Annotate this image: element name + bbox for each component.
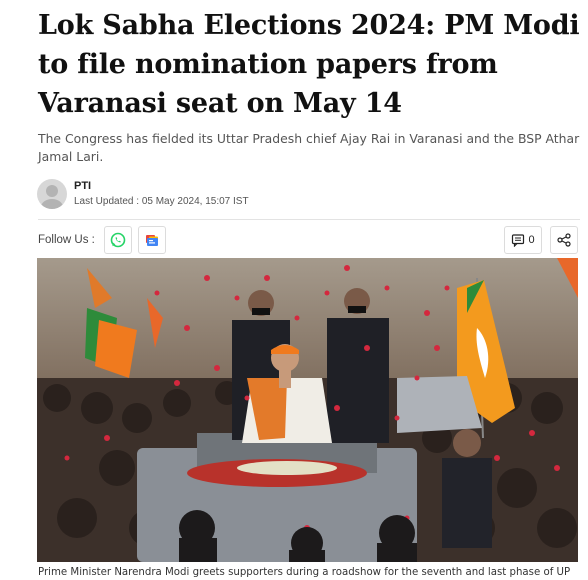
comments-button[interactable]: 0 bbox=[504, 226, 542, 254]
photo-caption: Prime Minister Narendra Modi greets supp… bbox=[38, 567, 571, 578]
article-photo bbox=[37, 258, 578, 562]
google-news-button[interactable] bbox=[138, 226, 166, 254]
author-avatar[interactable] bbox=[37, 179, 67, 209]
avatar-placeholder-icon bbox=[41, 185, 63, 209]
article-header: Lok Sabha Elections 2024: PM Modi to fil… bbox=[37, 0, 580, 264]
byline: PTI Last Updated : 05 May 2024, 15:07 IS… bbox=[37, 179, 580, 219]
article-headline: Lok Sabha Elections 2024: PM Modi to fil… bbox=[38, 10, 580, 119]
share-button[interactable] bbox=[550, 226, 578, 254]
roadshow-photo bbox=[37, 258, 578, 562]
comment-count: 0 bbox=[528, 234, 535, 246]
share-icon bbox=[557, 233, 571, 247]
whatsapp-icon bbox=[110, 232, 126, 248]
whatsapp-button[interactable] bbox=[104, 226, 132, 254]
google-news-icon bbox=[146, 235, 158, 246]
follow-us-label: Follow Us : bbox=[38, 234, 95, 246]
comment-icon bbox=[512, 234, 525, 247]
article-subhead: The Congress has fielded its Uttar Prade… bbox=[38, 131, 580, 164]
author-name[interactable]: PTI bbox=[74, 180, 91, 192]
last-updated: Last Updated : 05 May 2024, 15:07 IST bbox=[74, 196, 249, 207]
